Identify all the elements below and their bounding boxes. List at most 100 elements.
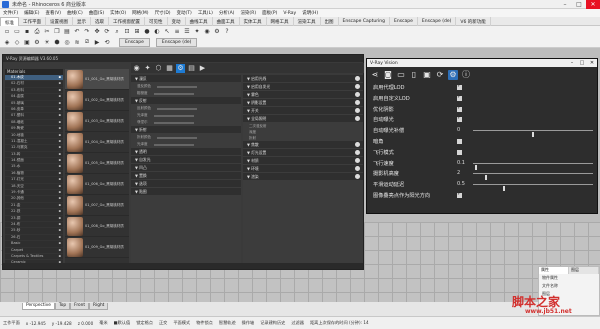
settings-section[interactable]: ▼ 焦散 [243,141,363,148]
refresh-icon[interactable]: ⟳ [435,70,445,80]
material-item[interactable]: 01_005_Go_黑胡桃材质 [65,153,129,174]
property-section[interactable]: ▼ 反射 [131,97,241,104]
enscape-sync-icon[interactable]: ⟲ [103,38,111,46]
vision-checkbox[interactable] [457,94,462,101]
status-history[interactable]: 记录建构历史 [257,320,288,326]
menu-mesh[interactable]: 网格(M) [129,10,151,16]
zoom-extents-icon[interactable]: ⊡ [123,28,131,36]
new-file-icon[interactable]: ▫ [3,28,11,36]
property-section[interactable]: ▼ 漫反 [131,75,241,82]
vision-slider-track[interactable] [473,184,593,192]
share-icon[interactable]: ⋖ [370,70,380,80]
status-gumball[interactable]: 操作轴 [239,320,258,326]
pan-icon[interactable]: ✥ [93,28,101,36]
property-section[interactable]: ▼ 贴图 [131,188,241,195]
menu-surface[interactable]: 曲面(S) [86,10,107,16]
property-row[interactable]: 光泽度 [131,112,241,119]
status-grid-snap[interactable]: 锁定格点 [133,320,156,326]
status-ortho[interactable]: 正交 [156,320,170,326]
tab-viewport-layout[interactable]: 工作视窗配置 [109,17,145,26]
settings-icon[interactable]: ⚙ [213,28,221,36]
menu-view[interactable]: 查看(V) [42,10,64,16]
help-icon[interactable]: ? [223,28,231,36]
property-slider[interactable] [157,136,197,139]
tab-right[interactable]: Right [89,303,109,310]
vision-value[interactable]: 0.5 [457,181,465,187]
toggle-switch[interactable] [355,76,360,81]
vision-checkbox[interactable] [457,191,462,198]
status-osnap[interactable]: 物件锁点 [193,320,216,326]
property-slider[interactable] [153,143,194,146]
maximize-icon[interactable]: □ [572,0,586,9]
tab-transform[interactable]: 变动 [168,17,186,26]
tab-display[interactable]: 显示 [73,17,91,26]
property-section[interactable]: ▼ 凹凸 [131,164,241,171]
settings-icon[interactable]: ⚙ [176,63,185,73]
tab-select[interactable]: 选取 [91,17,109,26]
enscape-de-chip[interactable]: Enscape (de) [155,37,198,47]
material-item[interactable]: 01_008_Go_黑胡桃材质 [65,216,129,237]
tab-top[interactable]: Top [54,303,71,310]
toggle-switch[interactable] [355,84,360,89]
vray-fur-icon[interactable]: ≋ [73,38,81,46]
status-filter[interactable]: 过滤器 [288,320,307,326]
toggle-switch[interactable] [355,150,360,155]
tab-cplanes[interactable]: 工作平面 [19,17,46,26]
vision-close-icon[interactable]: ✕ [587,59,597,67]
settings-section[interactable]: ▼ 材质 [243,157,363,164]
menu-dimension[interactable]: 尺寸(D) [152,10,174,16]
vision-checkbox[interactable] [457,139,462,144]
render-icon[interactable]: ▶ [198,64,207,73]
settings-section[interactable]: ▼ 灯光设置 [243,149,363,156]
vision-checkbox[interactable] [457,83,462,90]
tab-curve-tools[interactable]: 曲线工具 [186,17,213,26]
menu-render[interactable]: 渲染(R) [237,10,259,16]
material-item[interactable]: 01_006_Go_黑胡桃材质 [65,174,129,195]
vray-interactive-icon[interactable]: ◇ [13,38,21,46]
zoom-window-icon[interactable]: ⊞ [133,28,141,36]
vray-clipper-icon[interactable]: ⧄ [83,38,91,46]
status-smarttrack[interactable]: 智慧轨迹 [216,320,239,326]
settings-section[interactable]: ▼ 雾色 [243,91,363,98]
light-icon[interactable]: ✦ [193,28,201,36]
property-section[interactable]: ▼ 置换 [131,172,241,179]
vision-slider-track[interactable] [473,173,593,181]
toggle-switch[interactable] [355,100,360,105]
tab-v6-new[interactable]: V6 的新功能 [456,17,491,26]
property-row[interactable]: 粗糙度 [131,90,241,97]
property-slider[interactable] [157,85,197,88]
toggle-switch[interactable] [355,142,360,147]
vray-frame-buffer-icon[interactable]: ▣ [23,38,31,46]
tab-enscape-de[interactable]: Enscape (de) [418,17,457,26]
material-item[interactable]: 01_007_Go_黑胡桃材质 [65,195,129,216]
enscape-chip[interactable]: Enscape [119,37,150,47]
menu-panels[interactable]: 面板(P) [259,10,280,16]
property-row[interactable]: 光泽度 [131,141,241,148]
folder-icon[interactable]: ▭ [396,70,406,80]
toggle-switch[interactable] [355,166,360,171]
zoom-icon[interactable]: ⌕ [113,28,121,36]
textures-icon[interactable]: ▦ [165,64,174,73]
menu-edit[interactable]: 编辑(E) [21,10,42,16]
vision-value[interactable]: 0.1 [457,160,465,166]
menu-solid[interactable]: 实体(O) [107,10,129,16]
redo-icon[interactable]: ↷ [83,28,91,36]
property-row[interactable]: 漫反颜色 [131,83,241,90]
settings-section[interactable]: ▼ 启用自发光 [243,83,363,90]
open-file-icon[interactable]: ▭ [13,28,21,36]
tab-set-view[interactable]: 设置视图 [46,17,73,26]
property-slider[interactable] [157,107,197,110]
vision-maximize-icon[interactable]: □ [577,59,587,67]
cut-icon[interactable]: ✂ [43,28,51,36]
vray-light-icon[interactable]: ☀ [43,38,51,46]
property-section[interactable]: ▼ 选项 [131,180,241,187]
property-row[interactable]: 反射颜色 [131,105,241,112]
vision-value[interactable]: 2 [457,170,460,176]
property-section[interactable]: ▼ 透明 [131,148,241,155]
tab-render-tools[interactable]: 渲染工具 [294,17,321,26]
settings-section[interactable]: ▼ 全局照明 [243,115,363,122]
material-item[interactable]: 01_001_Go_黑胡桃材质 [65,69,129,90]
shaded-icon[interactable]: ● [143,28,151,36]
lights-icon[interactable]: ✦ [143,64,152,73]
document-icon[interactable]: ▯ [409,70,419,80]
